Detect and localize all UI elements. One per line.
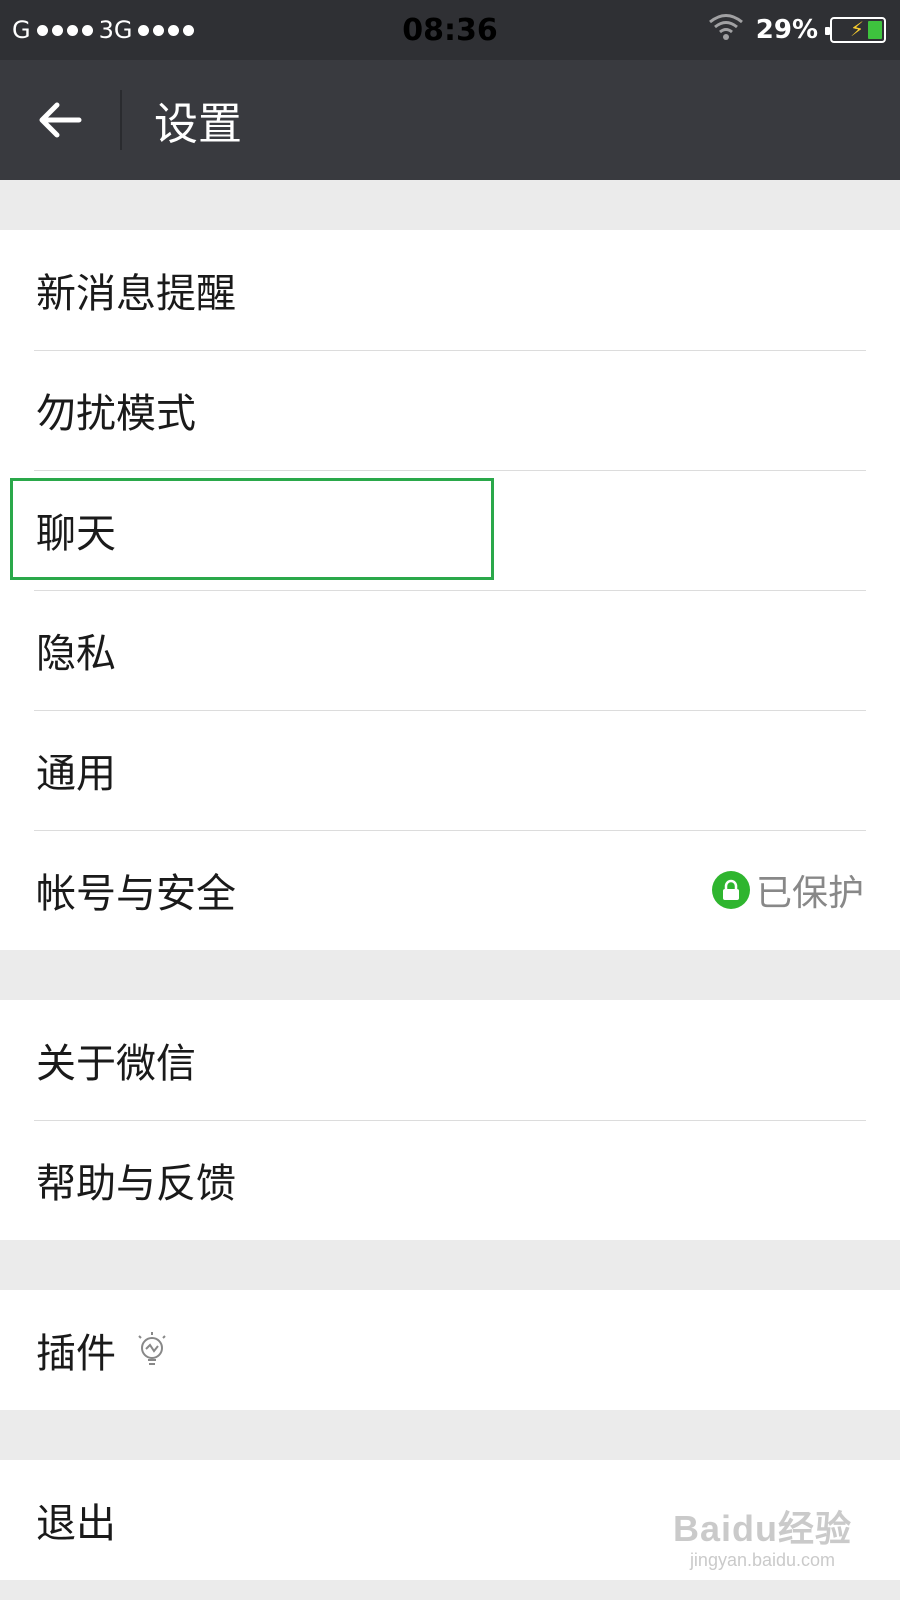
settings-group-main: 新消息提醒 勿扰模式 聊天 隐私 通用 帐号与安全 已保护 — [0, 230, 900, 950]
title-divider — [120, 90, 122, 150]
status-badge: 已保护 — [755, 873, 864, 914]
status-right: 29% ⚡ — [708, 13, 886, 48]
item-label: 勿扰模式 — [36, 391, 196, 437]
settings-item-do-not-disturb[interactable]: 勿扰模式 — [0, 350, 900, 470]
back-button[interactable] — [0, 60, 120, 180]
signal-area: G 3G — [12, 16, 195, 44]
settings-item-about-wechat[interactable]: 关于微信 — [0, 1000, 900, 1120]
item-label: 关于微信 — [36, 1041, 196, 1087]
settings-item-privacy[interactable]: 隐私 — [0, 590, 900, 710]
battery-fill — [868, 21, 882, 39]
signal-dots-icon-2 — [138, 24, 195, 36]
signal-dots-icon — [36, 24, 93, 36]
settings-item-chat[interactable]: 聊天 — [0, 470, 900, 590]
settings-group-plugins: 插件 — [0, 1290, 900, 1410]
network-label: 3G — [98, 16, 133, 44]
item-label: 帮助与反馈 — [36, 1161, 236, 1207]
settings-item-help-feedback[interactable]: 帮助与反馈 — [0, 1120, 900, 1240]
watermark-url: jingyan.baidu.com — [689, 1550, 836, 1570]
title-bar: 设置 — [0, 60, 900, 180]
item-label: 隐私 — [36, 631, 116, 677]
item-label: 聊天 — [36, 511, 116, 557]
charging-icon: ⚡ — [850, 17, 865, 41]
item-label: 帐号与安全 — [36, 871, 236, 917]
item-label: 插件 — [36, 1321, 170, 1379]
wifi-icon — [708, 13, 744, 48]
arrow-left-icon — [39, 102, 82, 138]
item-label: 退出 — [36, 1501, 116, 1547]
protection-status: 已保护 — [711, 864, 864, 916]
lock-icon — [711, 871, 750, 909]
page-title: 设置 — [154, 99, 242, 150]
item-label: 通用 — [36, 751, 116, 797]
watermark: Baidu经验 jingyan.baidu.com — [673, 1500, 852, 1571]
settings-item-account-security[interactable]: 帐号与安全 已保护 — [0, 830, 900, 950]
battery-percent: 29% — [755, 15, 818, 45]
item-label: 新消息提醒 — [36, 271, 236, 317]
settings-item-new-message-notify[interactable]: 新消息提醒 — [0, 230, 900, 350]
settings-group-about: 关于微信 帮助与反馈 — [0, 1000, 900, 1240]
lightbulb-icon — [138, 1332, 166, 1365]
settings-item-plugins[interactable]: 插件 — [0, 1290, 900, 1410]
item-label-text: 插件 — [36, 1331, 116, 1377]
watermark-logo: Baidu经验 — [672, 1508, 852, 1549]
status-bar: G 3G 29% ⚡ — [0, 0, 900, 60]
battery-icon: ⚡ — [825, 17, 886, 43]
settings-item-general[interactable]: 通用 — [0, 710, 900, 830]
carrier-label: G — [12, 16, 31, 44]
